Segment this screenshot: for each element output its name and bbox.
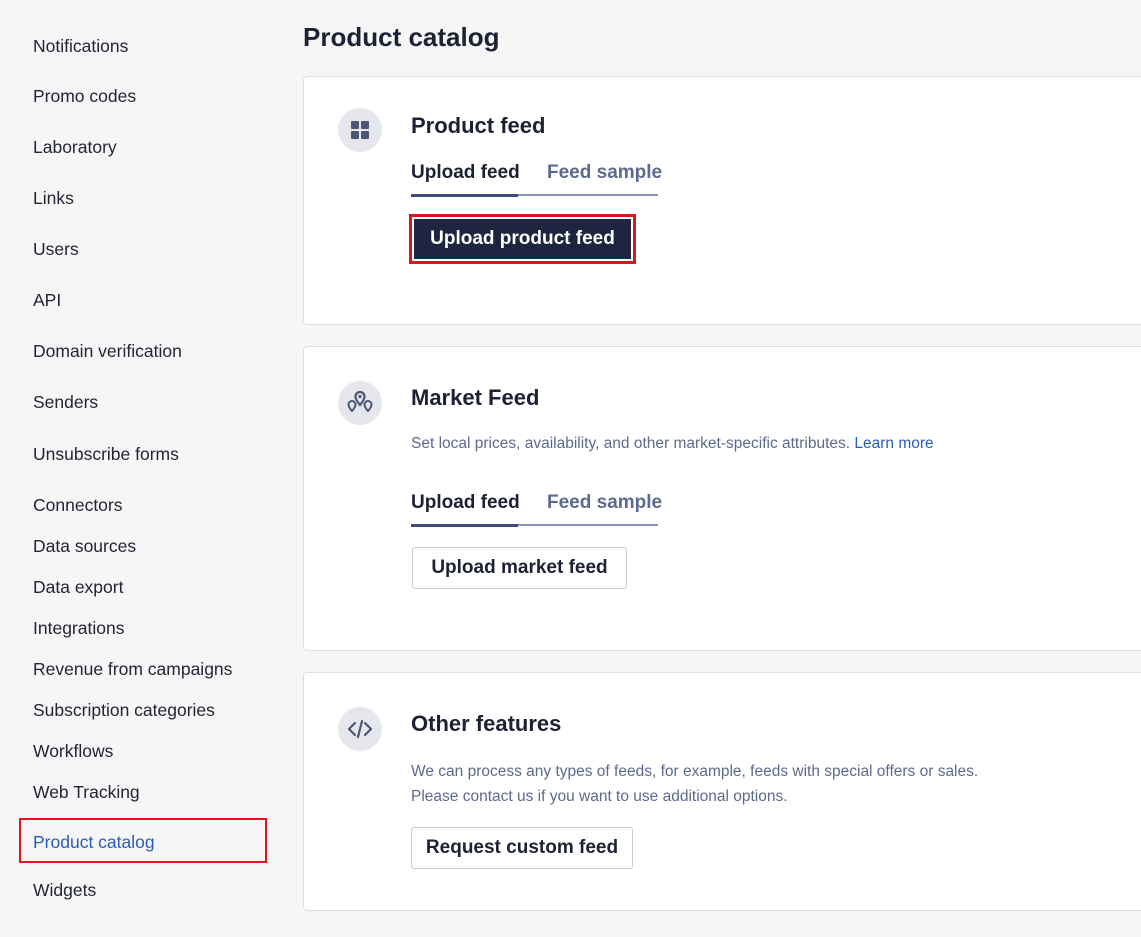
settings-sidebar: Notifications Promo codes Laboratory Lin… <box>0 0 285 937</box>
sidebar-item-web-tracking[interactable]: Web Tracking <box>33 782 140 803</box>
sidebar-item-subscription-categories[interactable]: Subscription categories <box>33 700 215 721</box>
market-feed-card: Market Feed Set local prices, availabili… <box>303 346 1141 651</box>
market-feed-description-text: Set local prices, availability, and othe… <box>411 435 851 452</box>
grid-icon <box>338 108 382 152</box>
sidebar-item-integrations[interactable]: Integrations <box>33 618 124 639</box>
sidebar-item-api[interactable]: API <box>33 290 61 311</box>
market-feed-tabs: Upload feed Feed sample <box>411 492 662 527</box>
upload-market-feed-button[interactable]: Upload market feed <box>412 547 627 589</box>
sidebar-item-links[interactable]: Links <box>33 188 74 209</box>
active-tab-indicator <box>411 524 518 527</box>
sidebar-item-data-export[interactable]: Data export <box>33 577 123 598</box>
market-feed-description: Set local prices, availability, and othe… <box>411 435 934 453</box>
page-title: Product catalog <box>303 22 500 52</box>
sidebar-item-senders[interactable]: Senders <box>33 392 98 413</box>
sidebar-item-laboratory[interactable]: Laboratory <box>33 137 117 158</box>
sidebar-item-domain-verification[interactable]: Domain verification <box>33 341 182 362</box>
upload-product-feed-highlight: Upload product feed <box>409 214 636 264</box>
sidebar-item-product-catalog[interactable]: Product catalog <box>33 832 155 853</box>
market-feed-title: Market Feed <box>411 385 540 410</box>
other-features-title: Other features <box>411 711 562 736</box>
tab-feed-sample[interactable]: Feed sample <box>547 492 662 514</box>
product-feed-card: Product feed Upload feed Feed sample Upl… <box>303 76 1141 325</box>
upload-product-feed-button[interactable]: Upload product feed <box>414 219 631 259</box>
sidebar-item-users[interactable]: Users <box>33 239 79 260</box>
map-pins-icon <box>338 381 382 425</box>
sidebar-item-notifications[interactable]: Notifications <box>33 36 128 57</box>
sidebar-item-unsubscribe-forms[interactable]: Unsubscribe forms <box>33 444 179 465</box>
sidebar-item-workflows[interactable]: Workflows <box>33 741 113 762</box>
learn-more-link[interactable]: Learn more <box>854 435 933 452</box>
product-feed-title: Product feed <box>411 113 546 138</box>
product-feed-tabs: Upload feed Feed sample <box>411 162 662 197</box>
tab-upload-feed[interactable]: Upload feed <box>411 162 520 184</box>
other-features-description-line1: We can process any types of feeds, for e… <box>411 763 979 780</box>
sidebar-item-connectors[interactable]: Connectors <box>33 495 123 516</box>
sidebar-item-widgets[interactable]: Widgets <box>33 880 96 901</box>
tab-upload-feed[interactable]: Upload feed <box>411 492 520 514</box>
active-tab-indicator <box>411 194 518 197</box>
code-icon <box>338 707 382 751</box>
sidebar-item-promo-codes[interactable]: Promo codes <box>33 86 136 107</box>
sidebar-item-data-sources[interactable]: Data sources <box>33 536 136 557</box>
other-features-description-line2: Please contact us if you want to use add… <box>411 788 788 805</box>
other-features-card: Other features We can process any types … <box>303 672 1141 911</box>
sidebar-item-revenue-from-campaigns[interactable]: Revenue from campaigns <box>33 659 232 680</box>
tab-feed-sample[interactable]: Feed sample <box>547 162 662 184</box>
request-custom-feed-button[interactable]: Request custom feed <box>411 827 633 869</box>
